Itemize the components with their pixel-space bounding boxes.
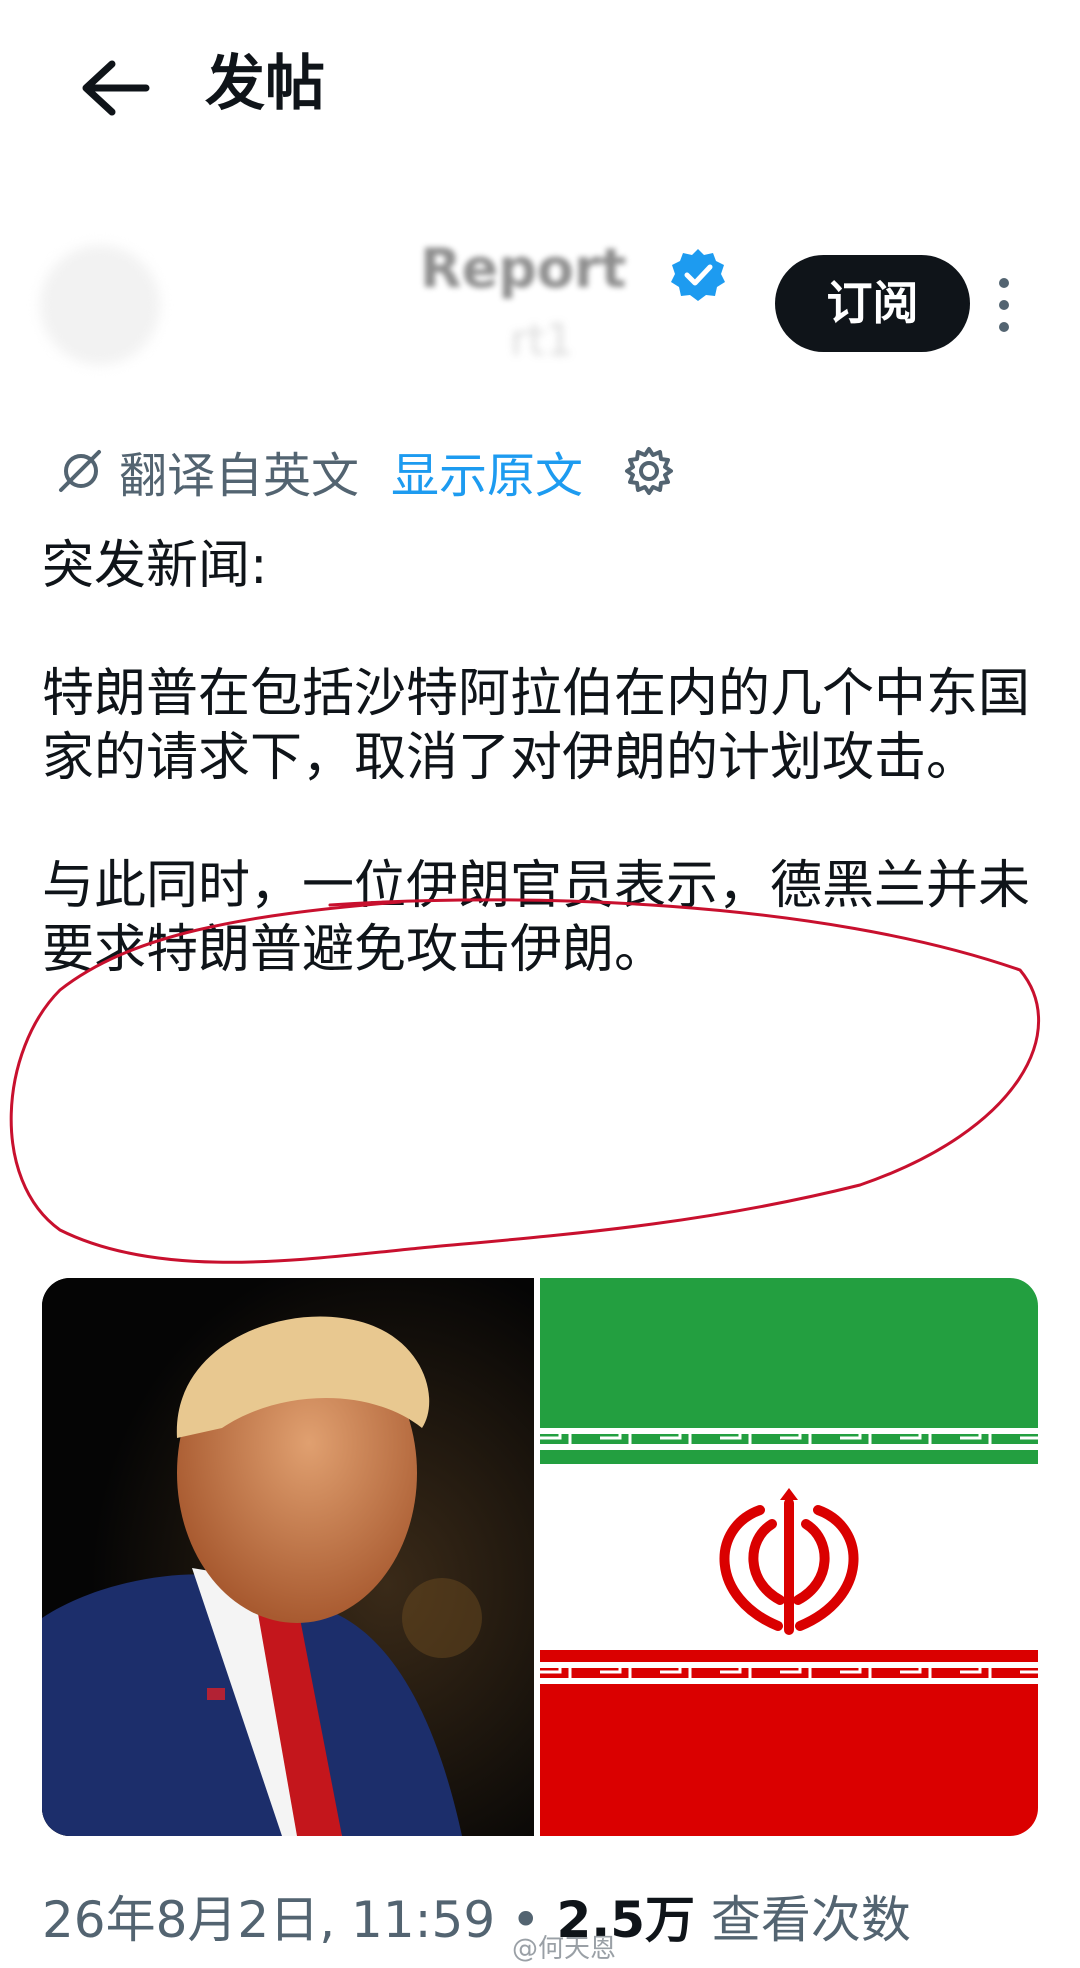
post-paragraph-3: 与此同时，一位伊朗官员表示，德黑兰并未要求特朗普避免攻击伊朗。 [42, 856, 1031, 980]
gear-icon[interactable] [623, 445, 675, 497]
show-original-link[interactable]: 显示原文 [391, 436, 583, 506]
verified-badge-icon [671, 249, 725, 301]
translated-from-label: 翻译自英文 [119, 448, 360, 504]
author-name[interactable]: Report [420, 237, 626, 300]
post-timestamp[interactable]: 26年8月2日, 11:59 [42, 1891, 495, 1949]
more-vertical-icon[interactable] [993, 275, 1015, 335]
iran-flag-illustration [540, 1278, 1038, 1836]
media-grid[interactable] [42, 1278, 1038, 1836]
portrait-illustration [42, 1278, 534, 1836]
post-paragraph-1: 突发新闻: [42, 536, 268, 596]
post-meta: 26年8月2日, 11:59 • 2.5万 查看次数 [42, 1880, 911, 1952]
arrow-left-icon[interactable] [78, 58, 150, 118]
subscribe-button[interactable]: 订阅 [775, 255, 970, 352]
views-label: 查看次数 [710, 1891, 911, 1949]
iran-flag-image[interactable] [540, 1278, 1038, 1836]
post-paragraph-2: 特朗普在包括沙特阿拉伯在内的几个中东国家的请求下，取消了对伊朗的计划攻击。 [42, 664, 1031, 788]
author-block[interactable]: Report rt1 [40, 225, 780, 375]
top-bar: 发帖 [0, 0, 1080, 170]
author-handle[interactable]: rt1 [510, 315, 573, 366]
translation-bar: 翻译自英文 显示原文 [55, 436, 675, 506]
page-title: 发帖 [205, 49, 325, 119]
watermark: @何天恩 [512, 1934, 617, 1964]
photo-portrait[interactable] [42, 1278, 534, 1836]
avatar[interactable] [40, 245, 160, 365]
post-body: 突发新闻: 特朗普在包括沙特阿拉伯在内的几个中东国家的请求下，取消了对伊朗的计划… [42, 534, 1052, 982]
translate-icon [59, 450, 101, 492]
